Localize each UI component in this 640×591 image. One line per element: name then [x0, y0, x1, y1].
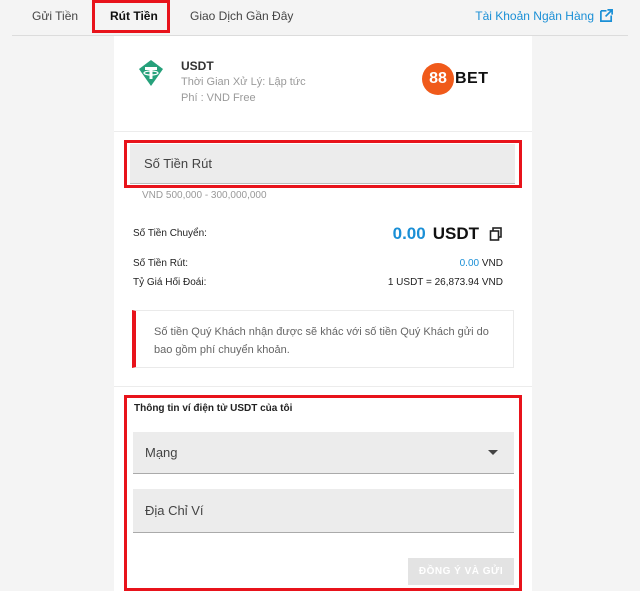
- coin-header: USDT Thời Gian Xử Lý: Lập tức Phí : VND …: [114, 36, 532, 132]
- tab-recent-transactions[interactable]: Giao Dịch Gần Đây: [190, 9, 293, 23]
- transfer-amount-row: Số Tiền Chuyển: 0.00 USDT: [133, 224, 503, 248]
- tab-withdraw[interactable]: Rút Tiền: [110, 9, 158, 23]
- network-select-label: Mạng: [145, 445, 178, 460]
- network-select[interactable]: Mạng: [133, 432, 514, 474]
- agree-and-submit-button[interactable]: ĐỒNG Ý VÀ GỬI: [408, 558, 514, 585]
- brand-text: BET: [455, 70, 489, 87]
- top-nav: Gửi Tiền Rút Tiền Giao Dịch Gần Đây Tài …: [0, 0, 640, 36]
- bank-account-link-label: Tài Khoản Ngân Hàng: [475, 8, 594, 23]
- brand-logo: 88 BET: [422, 63, 489, 95]
- amount-range: VND 500,000 - 300,000,000: [142, 190, 267, 201]
- transfer-amount-unit: USDT: [432, 224, 479, 243]
- section-divider: [114, 386, 532, 387]
- withdraw-amount-input[interactable]: [130, 144, 515, 184]
- coin-name: USDT: [181, 59, 214, 73]
- bank-account-link[interactable]: Tài Khoản Ngân Hàng: [475, 8, 614, 23]
- usdt-tether-icon: [139, 60, 163, 86]
- exchange-rate-value: 1 USDT = 26,873.94 VND: [387, 277, 503, 288]
- brand-badge: 88: [422, 63, 454, 95]
- copy-icon[interactable]: [489, 227, 503, 241]
- processing-time: Thời Gian Xử Lý: Lập tức: [181, 76, 306, 88]
- withdraw-amount-row: Số Tiền Rút: 0.00 VND: [133, 258, 503, 269]
- chevron-down-icon: [488, 450, 498, 455]
- external-link-icon: [600, 9, 613, 22]
- transfer-amount-value: 0.00 USDT: [393, 224, 503, 244]
- tab-deposit[interactable]: Gửi Tiền: [32, 9, 78, 23]
- transfer-amount-label: Số Tiền Chuyển:: [133, 228, 207, 239]
- wallet-section-title: Thông tin ví điện tử USDT của tôi: [134, 403, 293, 414]
- withdraw-amount-number: 0.00: [459, 258, 480, 269]
- withdraw-amount-label: Số Tiền Rút:: [133, 258, 189, 269]
- exchange-rate-label: Tỷ Giá Hối Đoái:: [133, 277, 207, 288]
- fee-notice: Số tiền Quý Khách nhận được sẽ khác với …: [132, 310, 514, 368]
- transfer-amount-number: 0.00: [392, 224, 426, 243]
- fee-info: Phí : VND Free: [181, 92, 256, 104]
- withdraw-card: USDT Thời Gian Xử Lý: Lập tức Phí : VND …: [114, 36, 532, 591]
- withdraw-amount-unit: VND: [481, 258, 503, 269]
- withdraw-amount-value: 0.00 VND: [460, 258, 503, 269]
- exchange-rate-row: Tỷ Giá Hối Đoái: 1 USDT = 26,873.94 VND: [133, 277, 503, 288]
- wallet-address-input[interactable]: [133, 489, 514, 533]
